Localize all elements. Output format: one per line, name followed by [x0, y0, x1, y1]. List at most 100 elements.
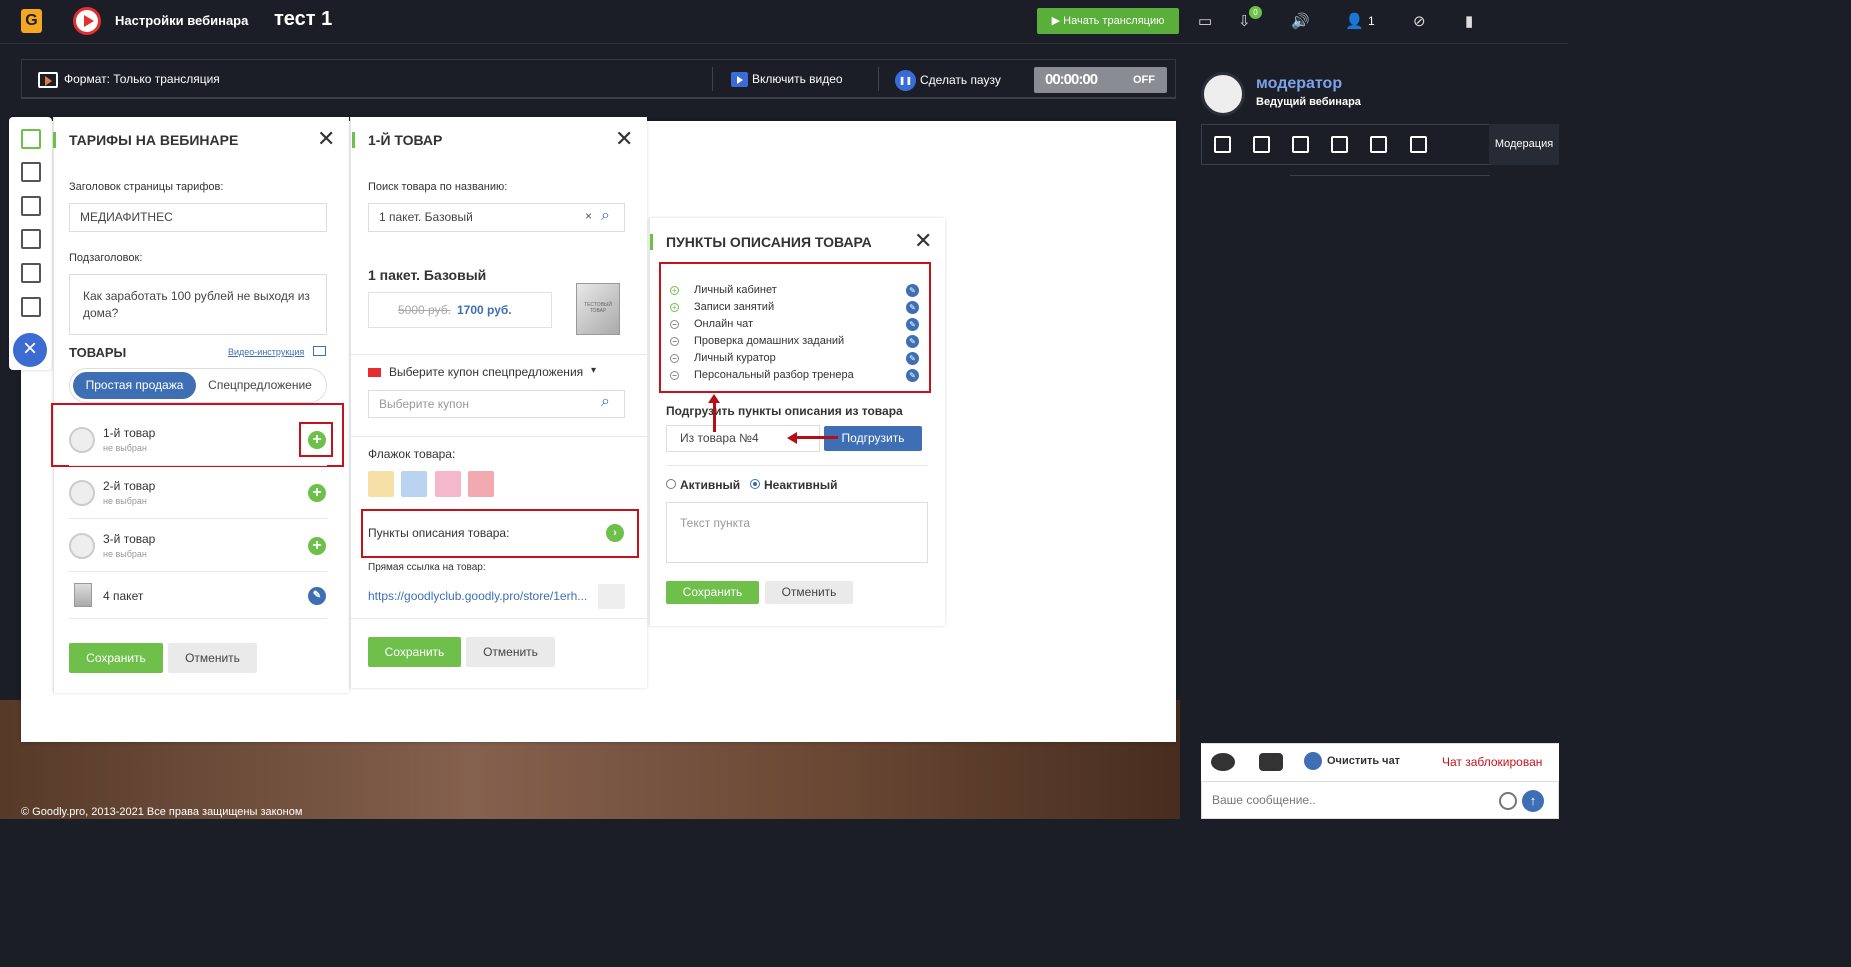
flag-option-square[interactable]	[368, 471, 394, 497]
close-icon[interactable]: ✕	[615, 128, 633, 150]
tariffs-tool-icon[interactable]	[21, 129, 41, 149]
emoji-icon[interactable]	[1499, 792, 1517, 810]
clear-icon[interactable]: ×	[585, 209, 592, 223]
save-button[interactable]: Сохранить	[666, 581, 759, 604]
tab-special-offer[interactable]: Спецпредложение	[200, 372, 320, 399]
flag-option-heart[interactable]	[435, 471, 461, 497]
description-point[interactable]: − Личный куратор	[670, 352, 776, 364]
search-icon[interactable]: ⌕	[601, 207, 610, 225]
timer-status: OFF	[1133, 74, 1155, 86]
point-text-input[interactable]: Текст пункта	[666, 502, 928, 563]
coupon-label[interactable]: Выберите купон спецпредложения	[389, 365, 583, 379]
app-logo[interactable]: G	[21, 9, 42, 33]
chevron-right-icon[interactable]: ›	[606, 524, 624, 542]
edit-icon[interactable]: ✎	[906, 335, 919, 348]
subtitle-textarea[interactable]: Как заработать 100 рублей не выходя из д…	[69, 274, 327, 335]
edit-icon[interactable]: ✎	[308, 587, 326, 605]
active-icon: +	[670, 302, 679, 312]
edit-icon[interactable]: ✎	[906, 318, 919, 331]
item-name: 1-й товар	[103, 426, 156, 440]
block-links-icon[interactable]	[1259, 753, 1283, 771]
pause-button[interactable]: ❚❚ Сделать паузу	[895, 69, 1001, 92]
document-icon[interactable]	[1253, 136, 1270, 153]
divider	[1290, 175, 1490, 176]
close-icon[interactable]: ✕	[317, 128, 335, 150]
description-point[interactable]: − Проверка домашних заданий	[670, 335, 844, 347]
chevron-down-icon[interactable]: ▾	[591, 365, 596, 376]
search-icon[interactable]: ⌕	[601, 393, 610, 411]
product-panel-title: 1-Й ТОВАР	[351, 132, 443, 148]
video-guide-link[interactable]: Видео-инструкция	[228, 347, 304, 357]
divider	[878, 67, 879, 91]
webinar-icon	[73, 7, 101, 35]
point-text: Проверка домашних заданий	[694, 335, 845, 347]
add-product-button[interactable]: +	[308, 484, 326, 502]
edit-icon[interactable]: ✎	[906, 369, 919, 382]
close-icon[interactable]: ✕	[914, 230, 932, 252]
keyboard-icon[interactable]	[1331, 136, 1348, 153]
edit-icon[interactable]: ✎	[906, 352, 919, 365]
save-button[interactable]: Сохранить	[368, 637, 461, 667]
add-product-button[interactable]: +	[308, 431, 326, 449]
item-avatar	[69, 533, 95, 559]
add-product-button[interactable]: +	[308, 537, 326, 555]
clear-chat-icon[interactable]	[1304, 752, 1322, 770]
product-box-image: ТЕСТОВЫЙ ТОВАР	[576, 283, 620, 335]
sound-icon[interactable]: 🔊	[1291, 12, 1310, 30]
flag-option-like[interactable]	[401, 471, 427, 497]
save-button[interactable]: Сохранить	[69, 643, 163, 673]
format-label[interactable]: Формат: Только трансляция	[38, 72, 220, 88]
divider	[69, 571, 327, 572]
radio-active[interactable]	[666, 479, 676, 489]
exit-icon[interactable]: ▮	[1465, 12, 1473, 30]
tab-simple-sale[interactable]: Простая продажа	[73, 372, 196, 399]
pause-label: Сделать паузу	[920, 73, 1001, 87]
presentation-tool-icon[interactable]	[21, 229, 41, 249]
description-point[interactable]: − Онлайн чат	[670, 318, 753, 330]
coupon-input[interactable]: Выберите купон	[368, 390, 625, 418]
inactive-icon: −	[670, 370, 679, 380]
image-icon[interactable]	[1292, 136, 1309, 153]
load-points-label: Подгрузить пункты описания из товара	[666, 404, 903, 418]
active-icon: +	[670, 285, 679, 295]
copyright: © Goodly.pro, 2013-2021 Все права защище…	[21, 806, 303, 818]
flag-option-star[interactable]	[468, 471, 494, 497]
close-tools-button[interactable]: ×	[10, 330, 50, 370]
clear-chat-button[interactable]: Очистить чат	[1327, 755, 1400, 767]
edit-tool-icon[interactable]	[21, 263, 41, 283]
enable-video-button[interactable]: Включить видео	[731, 72, 843, 88]
info-tool-icon[interactable]	[21, 297, 41, 317]
annotation-arrow	[796, 436, 838, 439]
cancel-button[interactable]: Отменить	[466, 637, 555, 667]
description-points-label[interactable]: Пункты описания товара:	[368, 526, 509, 540]
item-name: 4 пакет	[103, 589, 144, 603]
inactive-icon: −	[670, 319, 679, 329]
tab-moderation[interactable]: Модерация	[1489, 124, 1559, 165]
edit-icon[interactable]: ✎	[906, 301, 919, 314]
send-icon[interactable]: ↑	[1522, 790, 1544, 812]
cancel-button[interactable]: Отменить	[168, 643, 257, 673]
user-icon[interactable]: 👤	[1345, 12, 1364, 30]
page-title-input[interactable]: МЕДИАФИТНЕС	[69, 203, 327, 232]
screen-icon[interactable]: ▭	[1198, 12, 1212, 30]
question-icon[interactable]	[1410, 136, 1427, 153]
direct-link[interactable]: https://goodlyclub.goodly.pro/store/1erh…	[368, 589, 592, 603]
video-guide-icon[interactable]	[313, 346, 326, 356]
description-point[interactable]: − Персональный разбор тренера	[670, 369, 854, 381]
block-messages-icon[interactable]	[1211, 753, 1235, 771]
edit-icon[interactable]: ✎	[906, 284, 919, 297]
radio-inactive[interactable]	[750, 479, 760, 489]
goods-heading: ТОВАРЫ	[69, 345, 127, 360]
table-icon[interactable]	[1370, 136, 1387, 153]
description-point[interactable]: + Личный кабинет	[670, 284, 777, 296]
image-tool-icon[interactable]	[21, 196, 41, 216]
cancel-button[interactable]: Отменить	[765, 581, 853, 604]
notes-tool-icon[interactable]	[21, 162, 41, 182]
copy-icon[interactable]	[598, 584, 625, 609]
video-icon	[731, 72, 748, 88]
start-broadcast-button[interactable]: ▶ Начать трансляцию	[1037, 8, 1179, 34]
description-point[interactable]: + Записи занятий	[670, 301, 774, 313]
add-file-icon[interactable]	[1214, 136, 1231, 153]
no-effects-icon[interactable]: ⊘	[1413, 12, 1426, 30]
load-button[interactable]: Подгрузить	[824, 426, 922, 451]
